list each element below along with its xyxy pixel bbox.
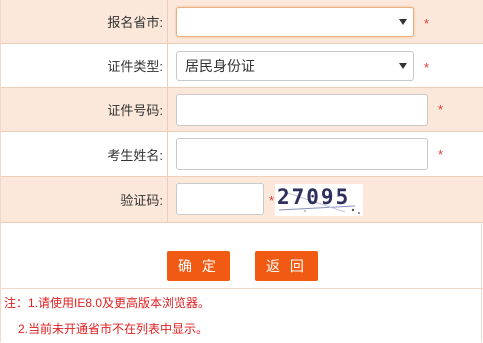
exam-query-form: 报名省市: * 证件类型: 居民身份证 * 证件号码: * 考生姓名: * 验证… (0, 0, 483, 342)
row-divider (167, 132, 168, 176)
name-label: 考生姓名: (107, 147, 163, 163)
note-line-1: 注：1.请使用IE8.0及更高版本浏览器。 (4, 296, 211, 310)
captcha-text: 27095 (277, 185, 351, 209)
captcha-image[interactable]: 27095 (275, 184, 363, 216)
captcha-label: 验证码: (120, 193, 163, 208)
note-line-2: 2.当前未开通省市不在列表中显示。 (18, 322, 209, 336)
captcha-input[interactable] (176, 183, 264, 215)
row-province: 报名省市: * (1, 0, 483, 44)
required-mark: * (438, 147, 444, 162)
id-type-label: 证件类型: (107, 59, 163, 74)
row-divider (167, 177, 168, 222)
chevron-down-icon (399, 63, 407, 69)
name-input[interactable] (176, 138, 428, 170)
required-mark: * (269, 193, 275, 208)
row-captcha: 验证码: * (1, 177, 483, 223)
required-mark: * (438, 102, 444, 117)
id-type-select-value: 居民身份证 (185, 58, 255, 74)
id-number-input[interactable] (176, 94, 428, 126)
required-mark: * (424, 60, 430, 75)
back-button[interactable]: 返 回 (255, 251, 318, 281)
id-type-select[interactable]: 居民身份证 (176, 51, 414, 81)
province-select[interactable] (176, 7, 414, 37)
chevron-down-icon (399, 19, 407, 25)
required-mark: * (424, 16, 430, 31)
confirm-button[interactable]: 确 定 (167, 251, 230, 281)
row-id-type: 证件类型: 居民身份证 * (1, 44, 483, 88)
row-divider (167, 88, 168, 131)
row-id-number: 证件号码: * (1, 88, 483, 132)
province-label: 报名省市: (107, 15, 163, 30)
notes-divider (1, 288, 483, 289)
row-name: 考生姓名: * (1, 132, 483, 177)
id-number-label: 证件号码: (107, 103, 163, 118)
row-divider (167, 44, 168, 87)
row-divider (167, 0, 168, 43)
